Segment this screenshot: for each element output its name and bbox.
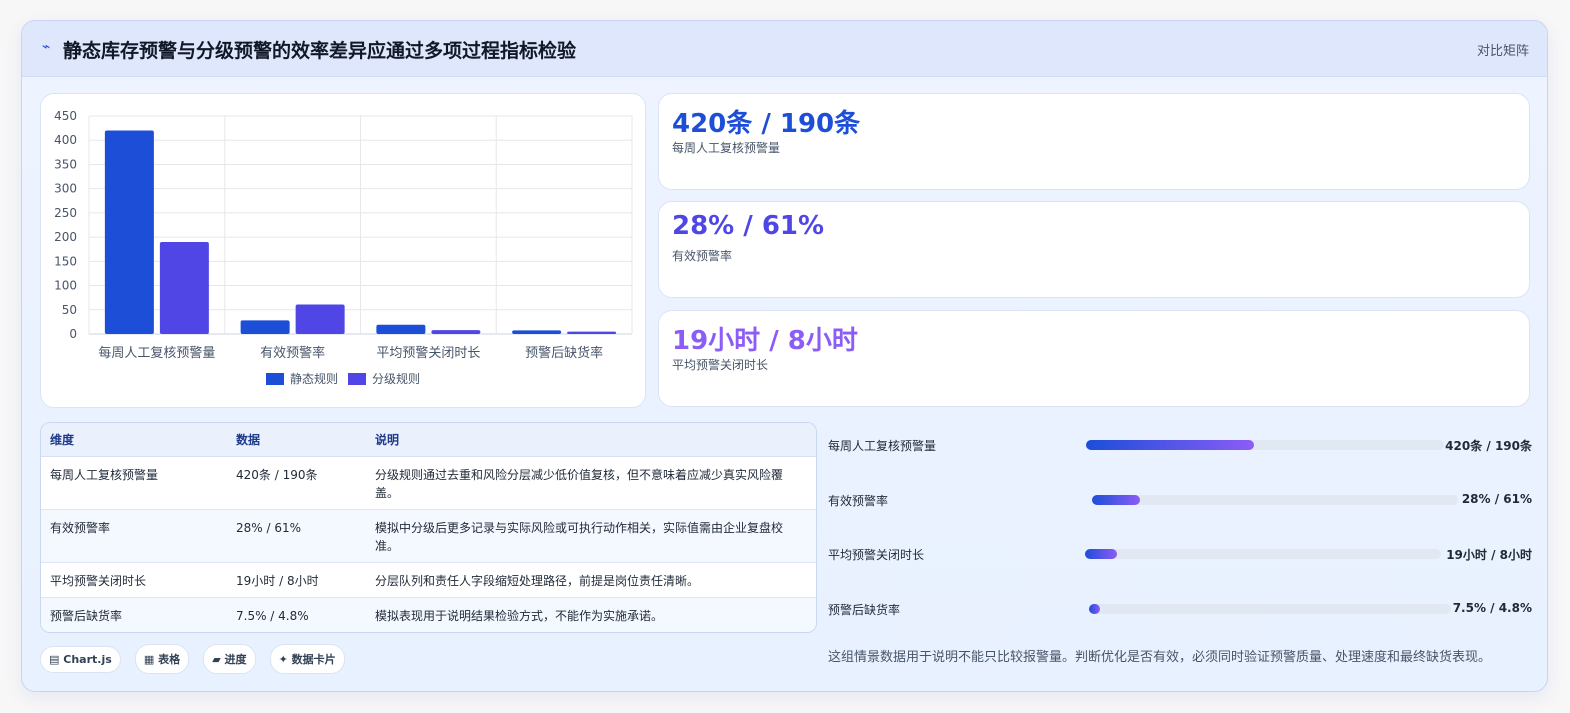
bar [104,130,154,334]
metrics-table-card: 维度 数据 说明 每周人工复核预警量 420条 / 190条 分级规则通过去重和… [40,422,817,633]
panel-title: 静态库存预警与分级预警的效率差异应通过多项过程指标检验 [63,40,577,62]
progress-fill [1085,549,1118,559]
y-tick-label: 350 [54,157,77,171]
table-cell: 有效预警率 [41,509,227,563]
progress-fill [1092,495,1140,505]
zigzag-icon: ⌁ [42,39,51,55]
pill-label: 进度 [224,653,247,666]
progress-row: 每周人工复核预警量 420条 / 190条 [828,435,1532,455]
table-row: 预警后缺货率 7.5% / 4.8% 模拟表现用于说明结果检验方式，不能作为实施… [41,597,816,632]
progress-track [1092,495,1458,505]
progress-value: 7.5% / 4.8% [1452,601,1532,615]
pill-table[interactable]: ▦ 表格 [134,644,190,674]
stat-card-review-volume: 420条 / 190条 每周人工复核预警量 [658,93,1530,190]
sparkle-icon: ✦ [278,653,288,666]
table-cell: 每周人工复核预警量 [41,456,227,510]
progress-label: 有效预警率 [828,494,889,508]
stat-label: 有效预警率 [672,249,733,263]
progress-icon: ▰ [212,653,221,666]
y-tick-label: 250 [54,206,77,220]
column-header: 维度 [41,423,227,457]
metrics-table: 维度 数据 说明 每周人工复核预警量 420条 / 190条 分级规则通过去重和… [41,423,816,632]
table-cell: 分级规则通过去重和风险分层减少低价值复核，但不意味着应减少真实风险覆盖。 [366,456,816,510]
table-icon: ▦ [143,653,155,666]
comparison-panel: ⌁ 静态库存预警与分级预警的效率差异应通过多项过程指标检验 对比矩阵 0 50 10… [21,20,1548,692]
legend-swatch [348,373,366,385]
pill-label: 表格 [158,653,181,666]
bar [295,304,345,334]
table-cell: 平均预警关闭时长 [41,562,227,598]
stat-value: 19小时 / 8小时 [672,326,858,356]
y-tick-label: 100 [54,279,77,293]
stat-label: 平均预警关闭时长 [672,358,769,372]
stat-card-close-time: 19小时 / 8小时 平均预警关闭时长 [658,310,1530,407]
bar [512,330,562,334]
bar [240,320,290,334]
table-cell: 预警后缺货率 [41,597,227,632]
table-header-row: 维度 数据 说明 [41,423,816,457]
x-tick-label: 平均预警关闭时长 [376,345,480,361]
x-tick-label: 有效预警率 [260,345,325,361]
bar-chart: 0 50 100 150 200 250 300 350 400 450 每周人工复核预警量 有效预警… [54,109,633,386]
y-tick-label: 400 [54,133,77,147]
pill-label: Chart.js [63,653,112,666]
y-tick-label: 0 [69,327,77,341]
matrix-label[interactable]: 对比矩阵 [1477,40,1529,59]
bar [567,331,617,334]
legend-label: 分级规则 [372,371,420,386]
table-cell: 28% / 61% [227,509,366,563]
progress-row: 平均预警关闭时长 19小时 / 8小时 [828,544,1532,564]
progress-fill [1089,604,1100,614]
table-cell: 7.5% / 4.8% [227,597,366,632]
footnote: 这组情景数据用于说明不能只比较报警量。判断优化是否有效，必须同时验证预警质量、处… [828,650,1492,665]
bar-chart-card: 0 50 100 150 200 250 300 350 400 450 每周人工复核预警量 有效预警… [40,93,646,408]
progress-value: 28% / 61% [1461,492,1532,506]
pill-chartjs[interactable]: ▤ Chart.js [40,646,121,673]
progress-track [1086,440,1444,450]
y-tick-label: 450 [54,109,77,123]
y-tick-label: 150 [54,254,77,268]
bar [376,324,426,334]
table-cell: 模拟表现用于说明结果检验方式，不能作为实施承诺。 [366,597,816,632]
table-cell: 模拟中分级后更多记录与实际风险或可执行动作相关，实际值需由企业复盘校准。 [366,509,816,563]
progress-label: 预警后缺货率 [828,603,901,617]
pill-label: 数据卡片 [291,653,336,666]
legend-label: 静态规则 [290,371,338,386]
bar [159,241,209,334]
pill-data-cards[interactable]: ✦ 数据卡片 [269,644,345,674]
y-tick-label: 300 [54,182,77,196]
view-pills: ▤ Chart.js ▦ 表格 ▰ 进度 ✦ 数据卡片 [40,644,354,674]
legend-swatch [266,373,284,385]
progress-label: 每周人工复核预警量 [828,439,937,453]
progress-row: 有效预警率 28% / 61% [828,490,1532,510]
panel-header: ⌁ 静态库存预警与分级预警的效率差异应通过多项过程指标检验 对比矩阵 [22,21,1547,77]
y-tick-label: 200 [54,230,77,244]
progress-row: 预警后缺货率 7.5% / 4.8% [828,599,1532,619]
table-row: 平均预警关闭时长 19小时 / 8小时 分层队列和责任人字段缩短处理路径，前提是… [41,562,816,598]
x-tick-label: 预警后缺货率 [525,345,603,361]
y-tick-label: 50 [62,303,77,317]
column-header: 数据 [227,423,366,457]
table-cell: 19小时 / 8小时 [227,562,366,598]
stat-value: 420条 / 190条 [672,109,861,139]
pill-progress[interactable]: ▰ 进度 [203,644,256,674]
bar [431,330,481,334]
progress-value: 19小时 / 8小时 [1446,548,1532,562]
x-tick-label: 每周人工复核预警量 [98,345,215,361]
column-header: 说明 [366,423,816,457]
stat-card-valid-rate: 28% / 61% 有效预警率 [658,201,1530,298]
progress-track [1085,549,1441,559]
stat-value: 28% / 61% [672,211,825,241]
stat-label: 每周人工复核预警量 [672,141,781,155]
table-cell: 420条 / 190条 [227,456,366,510]
chart-icon: ▤ [49,653,60,666]
progress-track [1089,604,1451,614]
table-row: 每周人工复核预警量 420条 / 190条 分级规则通过去重和风险分层减少低价值… [41,456,816,510]
table-row: 有效预警率 28% / 61% 模拟中分级后更多记录与实际风险或可执行动作相关，… [41,509,816,563]
progress-label: 平均预警关闭时长 [828,548,925,562]
table-cell: 分层队列和责任人字段缩短处理路径，前提是岗位责任清晰。 [366,562,816,598]
progress-fill [1086,440,1255,450]
progress-value: 420条 / 190条 [1445,439,1532,453]
